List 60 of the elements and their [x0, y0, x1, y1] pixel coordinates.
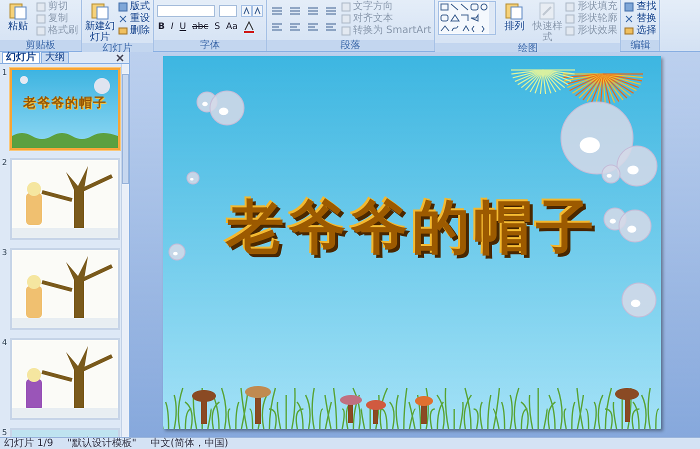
ribbon-button[interactable]: 排列	[499, 1, 530, 43]
pane-tab[interactable]: 大纲	[41, 52, 69, 63]
scrollbar-thumb[interactable]	[122, 74, 129, 184]
font-size-field[interactable]	[219, 5, 237, 17]
align-center-icon[interactable]	[288, 21, 302, 33]
thumbnail-title: 老爷爷的帽子	[22, 96, 108, 112]
scrollbar[interactable]	[121, 64, 129, 437]
align-left-icon[interactable]	[270, 21, 284, 33]
group-label: 剪贴板	[0, 40, 81, 51]
document-icon	[90, 1, 110, 21]
tool-icon	[118, 2, 128, 12]
format-button[interactable]: B	[157, 21, 166, 33]
slide-number: 2	[2, 158, 8, 168]
slide-number: 4	[2, 338, 8, 348]
align-right-icon[interactable]	[306, 21, 320, 33]
tool-icon	[565, 2, 576, 12]
format-button[interactable]: I	[170, 21, 175, 33]
slide-number: 3	[2, 248, 8, 258]
ribbon-button[interactable]: 重设	[118, 13, 150, 25]
ribbon-button[interactable]: 粘贴	[3, 1, 33, 40]
tool-icon	[565, 14, 576, 24]
font-name-field[interactable]	[157, 5, 215, 17]
group-label: 字体	[154, 40, 266, 51]
list-icon[interactable]	[270, 5, 284, 17]
pane-tab[interactable]: 幻灯片	[2, 52, 40, 63]
status-text: 幻灯片 1/9	[4, 438, 54, 449]
document-icon	[537, 1, 558, 21]
font-size-icon	[241, 5, 263, 17]
tool-icon	[565, 26, 576, 36]
format-button[interactable]: S	[213, 21, 222, 33]
list-icon[interactable]	[288, 5, 302, 17]
format-button[interactable]: abc	[191, 21, 210, 33]
status-text: 中文(简体，中国)	[150, 438, 228, 449]
ribbon-button[interactable]: 新建幻灯片	[85, 1, 115, 43]
document-icon	[504, 1, 524, 21]
font-color-icon	[242, 21, 255, 33]
tool-icon	[624, 14, 634, 24]
format-button[interactable]: U	[178, 21, 188, 33]
tool-icon	[118, 26, 128, 36]
ribbon-button[interactable]: 替换	[624, 13, 656, 25]
line-spacing-icon[interactable]	[324, 5, 338, 17]
group-label: 编辑	[621, 40, 660, 51]
ribbon-button[interactable]: 选择	[624, 25, 656, 37]
ribbon-button[interactable]: 删除	[118, 25, 150, 37]
tool-icon	[624, 2, 634, 12]
justify-icon[interactable]	[324, 21, 338, 33]
indent-icon[interactable]	[306, 5, 320, 17]
tool-icon	[118, 14, 128, 24]
clipboard-icon	[8, 1, 28, 21]
group-label: 段落	[267, 40, 434, 51]
status-text: "默认设计模板"	[67, 438, 136, 449]
slide-number: 5	[2, 428, 8, 437]
ribbon-button[interactable]: 查找	[624, 1, 656, 13]
slide-number: 1	[2, 68, 8, 78]
tool-icon	[624, 26, 634, 36]
slide-title: 老爷爷的帽子	[224, 196, 599, 260]
close-icon[interactable]	[115, 52, 125, 62]
format-button[interactable]: Aa	[225, 21, 239, 33]
ribbon-button[interactable]: 版式	[118, 1, 150, 13]
shapes-gallery[interactable]	[438, 1, 496, 35]
